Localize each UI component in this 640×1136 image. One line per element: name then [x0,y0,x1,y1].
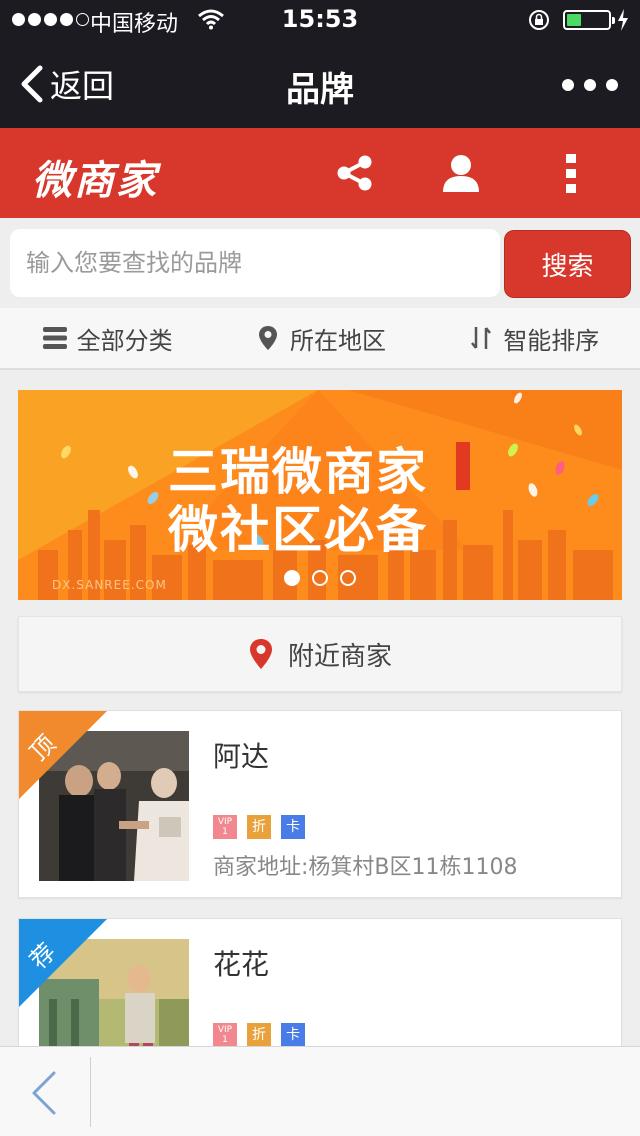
vip-badge: VIP 1 [213,1023,237,1047]
filter-bar: 全部分类 所在地区 智能排序 [0,308,640,370]
kebab-menu-icon[interactable] [550,152,592,194]
brand-header: 微商家 [0,128,640,218]
carousel-dot-3[interactable] [340,570,356,586]
merchant-badges: VIP 1 折 卡 [213,815,305,839]
recommend-ribbon [19,919,107,1007]
card-badge: 卡 [281,815,305,839]
discount-badge: 折 [247,815,271,839]
discount-badge: 折 [247,1023,271,1047]
merchant-name: 阿达 [213,740,270,773]
banner-url: DX.SANREE.COM [52,578,167,592]
back-button[interactable]: 返回 [18,64,115,105]
search-row: 搜索 [0,218,640,308]
battery-icon [563,10,615,30]
battery-level [567,14,581,26]
back-label: 返回 [50,67,115,105]
merchant-badges: VIP 1 折 卡 [213,1023,305,1047]
filter-sort-label: 智能排序 [503,326,600,355]
location-pin-icon [249,639,272,669]
share-icon[interactable] [334,152,376,194]
charging-bolt-icon [618,9,628,31]
carousel-dot-1[interactable] [284,570,300,586]
chevron-left-icon [21,65,43,103]
navigation-bar: 返回 品牌 [0,40,640,128]
card-badge: 卡 [281,1023,305,1047]
sort-icon [471,327,492,349]
filter-sort[interactable]: 智能排序 [427,308,640,368]
more-dots-icon[interactable] [562,74,618,96]
filter-category-label: 全部分类 [76,326,173,355]
toolbar-divider [90,1057,91,1127]
list-icon [42,327,67,349]
rotation-lock-icon [529,10,549,30]
location-pin-icon [258,326,277,350]
search-button[interactable]: 搜索 [504,230,631,298]
app-logo[interactable]: 微商家 [32,148,158,206]
nearby-label: 附近商家 [287,641,392,672]
promo-banner[interactable]: 三瑞微商家 微社区必备 DX.SANREE.COM [18,390,622,600]
bottom-toolbar [0,1046,640,1136]
search-input[interactable] [10,229,500,297]
nearby-merchants-button[interactable]: 附近商家 [18,616,622,692]
carousel-dot-2[interactable] [312,570,328,586]
user-icon[interactable] [440,152,482,194]
top-ribbon [19,711,107,799]
filter-region[interactable]: 所在地区 [213,308,426,368]
status-bar: 中国移动 15:53 [0,0,640,40]
merchant-address: 商家地址:杨箕村B区11栋1108 [213,855,518,880]
merchant-card[interactable]: 顶 阿达 VIP 1 折 卡 商家地址:杨箕村B区11栋1108 [18,710,622,898]
filter-region-label: 所在地区 [289,326,386,355]
merchant-name: 花花 [213,948,270,981]
filter-category[interactable]: 全部分类 [0,308,213,368]
banner-line-2: 微社区必备 [168,501,428,559]
carousel-indicators[interactable] [284,570,356,586]
vip-badge: VIP 1 [213,815,237,839]
chevron-left-icon[interactable] [24,1069,64,1117]
